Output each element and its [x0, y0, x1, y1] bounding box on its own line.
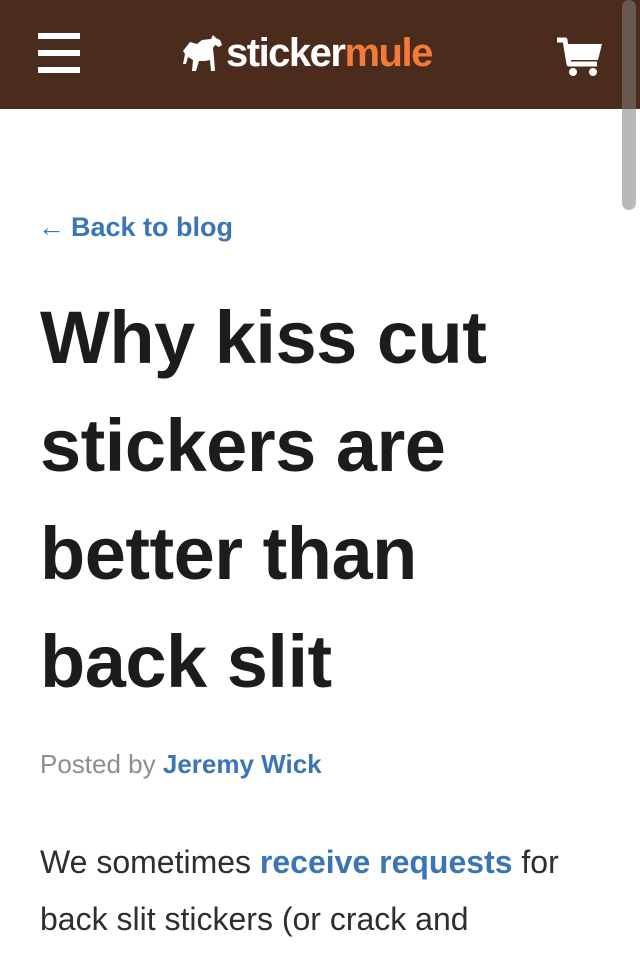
author-link[interactable]: Jeremy Wick [163, 749, 322, 779]
logo-text-mule: mule [344, 31, 433, 75]
back-to-blog-label: Back to blog [71, 212, 234, 242]
back-to-blog-link[interactable]: ← Back to blog [38, 212, 233, 243]
article-intro-paragraph: We sometimes receive requests for back s… [40, 834, 620, 948]
receive-requests-link[interactable]: receive requests [260, 844, 513, 880]
hamburger-menu-icon[interactable] [38, 33, 80, 73]
horse-logo-icon [183, 35, 222, 71]
scrollbar-thumb[interactable] [622, 0, 636, 210]
site-logo[interactable]: stickermule [180, 28, 433, 78]
back-arrow-icon: ← [38, 212, 65, 242]
shopping-cart-icon[interactable] [556, 36, 604, 78]
logo-text-sticker: sticker [226, 31, 346, 75]
intro-text-start: We sometimes [40, 844, 252, 880]
article-title: Why kiss cut stickers are better than ba… [40, 296, 487, 703]
site-header: stickermule [0, 0, 640, 109]
byline-prefix: Posted by [40, 749, 156, 779]
article-byline: Posted by Jeremy Wick [40, 749, 322, 780]
